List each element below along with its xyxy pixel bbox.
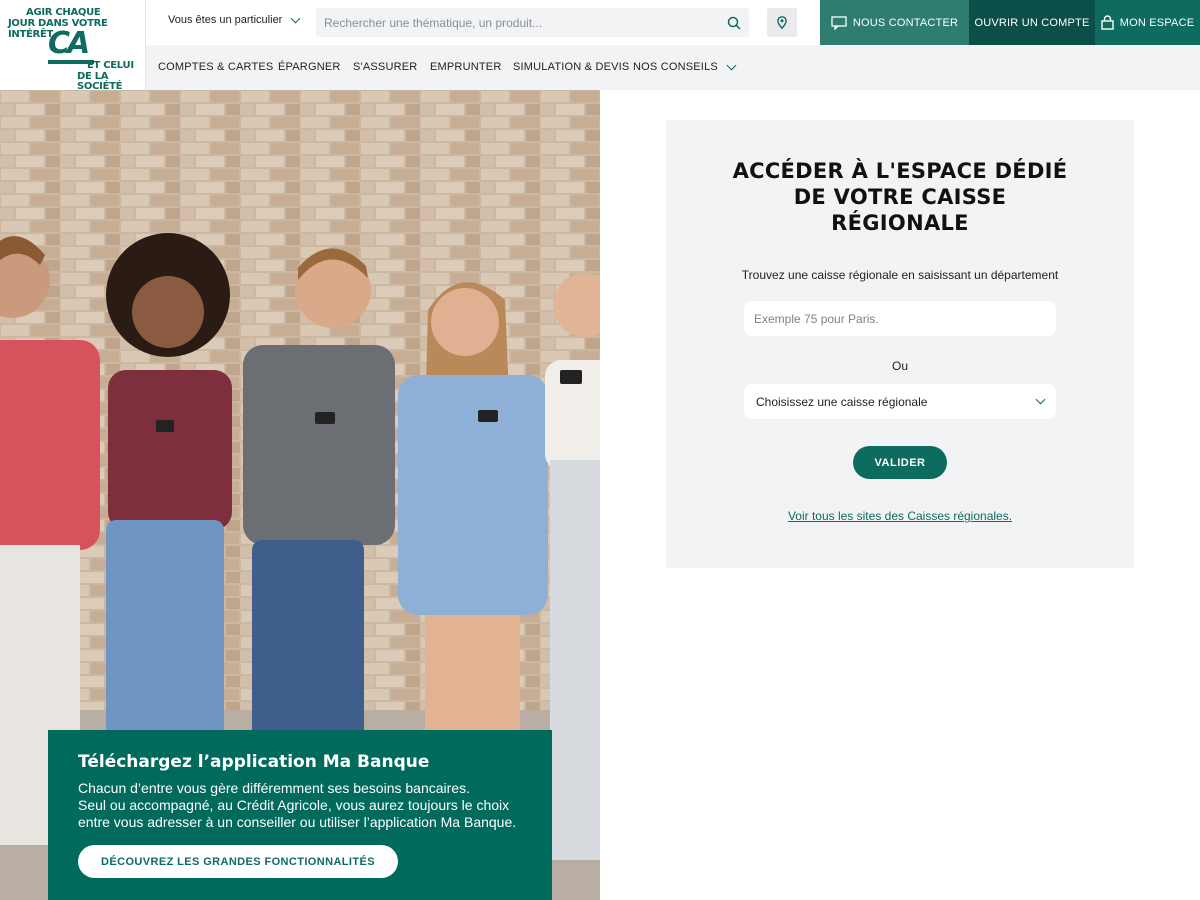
- brand-logo[interactable]: AGIR CHAQUE JOUR DANS VOTRE INTÉRÊT CA E…: [0, 0, 146, 92]
- promo-text-line: Chacun d’entre vous gère différemment se…: [78, 780, 470, 796]
- app-promo-card: Téléchargez l’application Ma Banque Chac…: [48, 730, 552, 900]
- main-navigation: COMPTES & CARTES ÉPARGNER S'ASSURER EMPR…: [146, 45, 1200, 90]
- promo-text-line: entre vous adresser à un conseiller ou u…: [78, 814, 517, 830]
- chevron-down-icon: [1035, 394, 1046, 405]
- discover-features-button[interactable]: DÉCOUVREZ LES GRANDES FONCTIONNALITÉS: [78, 845, 398, 878]
- nav-item-label: ÉPARGNER: [278, 61, 341, 73]
- title-line: DE VOTRE CAISSE: [793, 185, 1007, 209]
- locator-instructions: Trouvez une caisse régionale en saisissa…: [741, 268, 1059, 282]
- agency-locator-button[interactable]: [767, 8, 797, 37]
- title-line: ACCÉDER À L'ESPACE DÉDIÉ: [732, 159, 1068, 183]
- my-space-button-label: MON ESPACE: [1119, 16, 1195, 29]
- all-regional-sites-link[interactable]: Voir tous les sites des Caisses régional…: [666, 509, 1134, 523]
- logo-slogan-line: DE LA SOCIÉTÉ: [77, 71, 123, 92]
- nav-item-label: SIMULATION & DEVIS: [513, 61, 630, 73]
- hero-image: Téléchargez l’application Ma Banque Chac…: [0, 90, 600, 900]
- logo-slogan-line: ET CELUI: [87, 60, 134, 71]
- top-bar: Vous êtes un particulier NOUS CONTACTER …: [146, 0, 1200, 45]
- chevron-down-icon: [290, 13, 301, 23]
- nav-item-comptes-cartes[interactable]: COMPTES & CARTES: [158, 61, 273, 73]
- regional-bank-select[interactable]: Choisissez une caisse régionale: [744, 384, 1056, 419]
- contact-button[interactable]: NOUS CONTACTER: [820, 0, 969, 45]
- promo-title: Téléchargez l’application Ma Banque: [78, 752, 430, 772]
- chevron-down-icon: [726, 60, 737, 70]
- department-input[interactable]: [744, 301, 1056, 336]
- nav-item-epargner[interactable]: ÉPARGNER: [278, 61, 341, 73]
- nav-item-label: NOS CONSEILS: [633, 61, 718, 73]
- nav-item-nos-conseils[interactable]: NOS CONSEILS: [633, 60, 737, 73]
- regional-bank-locator: ACCÉDER À L'ESPACE DÉDIÉ DE VOTRE CAISSE…: [666, 120, 1134, 568]
- my-space-button[interactable]: MON ESPACE: [1095, 0, 1200, 45]
- submit-button-label: VALIDER: [874, 456, 926, 469]
- title-line: RÉGIONALE: [831, 211, 969, 235]
- submit-button[interactable]: VALIDER: [853, 446, 947, 479]
- nav-item-label: COMPTES & CARTES: [158, 61, 274, 73]
- contact-button-label: NOUS CONTACTER: [852, 16, 959, 29]
- profile-selector-label: Vous êtes un particulier: [168, 14, 283, 26]
- nav-item-label: S'ASSURER: [353, 61, 418, 73]
- search-input[interactable]: [316, 8, 719, 37]
- open-account-button[interactable]: OUVRIR UN COMPTE: [969, 0, 1095, 45]
- discover-features-button-label: DÉCOUVREZ LES GRANDES FONCTIONNALITÉS: [101, 855, 375, 868]
- chat-icon: [831, 15, 847, 30]
- nav-item-assurer[interactable]: S'ASSURER: [353, 61, 417, 73]
- logo-mark-text: CA: [48, 26, 90, 61]
- search-bar: [316, 8, 749, 37]
- page-title: ACCÉDER À L'ESPACE DÉDIÉ DE VOTRE CAISSE…: [666, 158, 1134, 236]
- search-icon[interactable]: [719, 8, 749, 37]
- regional-bank-select-value: Choisissez une caisse régionale: [756, 394, 928, 409]
- location-pin-icon: [777, 16, 787, 29]
- profile-selector[interactable]: Vous êtes un particulier: [168, 13, 301, 26]
- nav-item-simulation-devis[interactable]: SIMULATION & DEVIS: [513, 61, 629, 73]
- logo-slogan-line: INTÉRÊT: [8, 29, 53, 40]
- open-account-button-label: OUVRIR UN COMPTE: [974, 16, 1090, 29]
- lock-icon: [1101, 15, 1114, 30]
- or-separator: Ou: [891, 359, 908, 373]
- promo-text-line: Seul ou accompagné, au Crédit Agricole, …: [78, 797, 510, 813]
- logo-slogan-line: AGIR CHAQUE: [26, 7, 101, 18]
- nav-item-label: EMPRUNTER: [430, 61, 502, 73]
- nav-item-emprunter[interactable]: EMPRUNTER: [430, 61, 501, 73]
